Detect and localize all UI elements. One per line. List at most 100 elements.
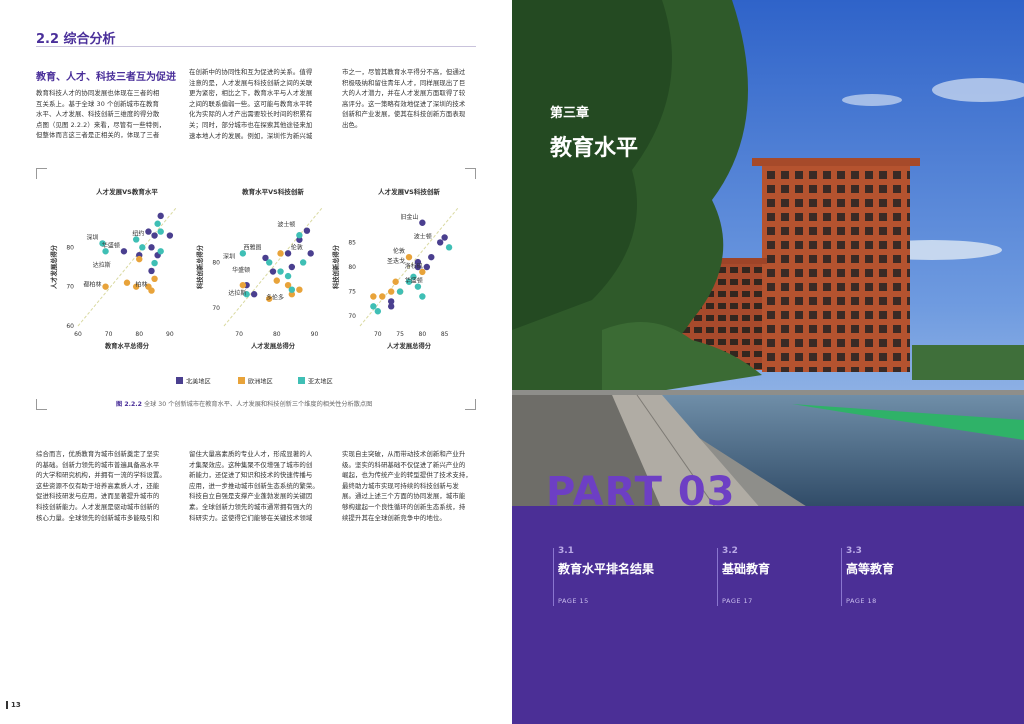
toc-item[interactable]: 3.2 基础教育 PAGE 17: [717, 546, 770, 606]
x-tick-label: 60: [74, 331, 82, 338]
x-axis-label: 人才发展总得分: [387, 341, 432, 350]
y-tick-label: 70: [66, 284, 74, 291]
y-tick-label: 80: [212, 259, 220, 266]
data-point: [239, 281, 247, 289]
text-line: 教育科技人才的协同发展也体现在三者的相: [36, 89, 160, 97]
data-point: [277, 268, 284, 275]
y-axis-label: 人才发展总得分: [49, 244, 58, 289]
x-tick-label: 85: [441, 331, 449, 338]
point-label: 旧金山: [400, 213, 418, 221]
col1-top: 教育科技人才的协同发展也体现在三者的相 互关系上。基于全球 30 个创新城市在教…: [36, 88, 176, 141]
point-label: 达拉斯: [228, 289, 246, 297]
x-axis-label: 人才发展总得分: [251, 341, 296, 350]
toc-number: 3.2: [722, 546, 738, 556]
data-point: [441, 234, 448, 241]
y-tick-label: 85: [348, 239, 356, 246]
chart-title: 人才发展VS科技创新: [378, 187, 440, 196]
data-point: [445, 244, 453, 251]
toc-title: 高等教育: [846, 562, 895, 576]
toc-item[interactable]: 3.3 高等教育 PAGE 18: [841, 546, 895, 606]
x-axis-label: 教育水平总得分: [105, 341, 150, 350]
data-point: [419, 219, 426, 226]
section-rule: [36, 46, 476, 47]
y-axis-label: 科技创新总得分: [195, 244, 204, 289]
page-number: 13: [6, 701, 21, 709]
text-line: 促进科技研发与应用，进而显著提升城市的: [36, 492, 160, 501]
data-point: [148, 267, 155, 275]
legend-label: 北美地区: [186, 378, 211, 386]
legend-label: 欧洲地区: [248, 378, 273, 386]
data-point: [387, 303, 395, 310]
text-line: 出色。: [342, 120, 362, 129]
data-point: [157, 212, 164, 220]
x-tick-label: 80: [135, 331, 143, 338]
text-line: 这些资源不仅有助于培养高素质人才，还能: [36, 481, 160, 490]
chart-title: 教育水平VS科技创新: [241, 187, 304, 196]
data-point: [139, 244, 146, 251]
x-tick-label: 90: [311, 331, 319, 338]
toc-item[interactable]: 3.1 教育水平排名结果 PAGE 15: [553, 546, 654, 606]
text-line: 综合而言，优质教育为城市创新奠定了坚实: [36, 450, 160, 458]
figure-caption: 图 2.2.2 全球 30 个创新城市在教育水平、人才发展和科技创新三个维度的相…: [116, 399, 372, 408]
point-label: 洛杉矶: [405, 262, 423, 270]
left-page: 2.2 综合分析 教育、人才、科技三者互为促进 教育科技人才的协同发展也体现在三…: [0, 0, 512, 724]
figure-label: 图 2.2.2: [116, 401, 142, 408]
data-point: [288, 263, 296, 271]
text-line: 最终助力城市实现可持续的科技创新与发: [342, 481, 459, 490]
y-tick-label: 70: [348, 313, 356, 320]
x-tick-label: 75: [396, 331, 404, 338]
toc-divider: [841, 548, 842, 606]
x-tick-label: 70: [374, 331, 382, 338]
text-line: 够构建起一个良性循环的创新生态系统，持: [342, 502, 466, 511]
text-line: 的基础。创新力领先的城市普遍具备高水平: [36, 460, 160, 469]
data-point: [423, 263, 431, 271]
data-point: [273, 277, 280, 284]
data-point: [120, 248, 128, 255]
x-tick-label: 70: [235, 331, 243, 338]
data-point: [296, 232, 303, 239]
data-point: [154, 220, 161, 227]
text-line: 但整体而言这三者是正相关的，体现了三者: [36, 131, 160, 140]
text-line: 之间的联系偏弱一些。这可能与教育水平转: [189, 99, 313, 108]
toc-divider: [717, 548, 718, 606]
data-point: [296, 286, 303, 293]
text-line: 展。通过上述三个方面的协同发展，城市能: [342, 492, 466, 501]
col3-bottom: 实现自主突破，从而带动技术创新和产业升 级。坚实的科研基础不仅促进了新兴产业的 …: [342, 449, 482, 523]
data-point: [419, 293, 426, 300]
col2-bottom: 留住大量高素质的专业人才，形成显著的人 才集聚效应。这种集聚不仅增强了城市的创 …: [189, 449, 329, 523]
data-point: [428, 253, 435, 261]
point-label: 伦敦: [291, 243, 303, 251]
text-line: 高评分。这一策略有效地促进了深圳的技术: [342, 99, 466, 108]
point-label: 西雅图: [243, 243, 261, 251]
y-tick-label: 80: [348, 264, 356, 271]
text-line: 核心力量。全球领先的创新城市多能吸引和: [36, 513, 160, 522]
col2-top: 在创新中的协同性和互为促进的关系。值得 注意的是，人才发展与科技创新之间的关联 …: [189, 67, 329, 141]
chapter-toc-panel: [512, 506, 1024, 724]
data-point: [387, 288, 395, 295]
chapter-title: 教育水平: [550, 136, 639, 161]
text-line: 级。坚实的科研基础不仅促进了新兴产业的: [342, 460, 466, 469]
point-label: 纽约: [132, 229, 144, 237]
data-point: [299, 259, 307, 266]
figure-box: 人才发展VS教育水平 60 70 80 90 60 70 80 教育水平总得分 人才发展总得分 深圳…: [36, 168, 476, 410]
text-line: 新能力，还促进了知识和技术的快速传播与: [189, 471, 313, 480]
data-point: [370, 293, 377, 300]
point-label: 波士顿: [414, 232, 432, 240]
text-line: 水平、人才发展、科技创新三维度的得分散: [36, 110, 160, 119]
data-point: [269, 268, 277, 275]
data-point: [392, 278, 399, 285]
data-point: [145, 228, 152, 235]
toc-number: 3.1: [558, 546, 574, 556]
legend-swatch: [298, 377, 305, 384]
data-point: [166, 232, 174, 239]
point-label: 深圳: [223, 252, 235, 260]
point-label: 多伦多: [266, 293, 284, 301]
data-point: [266, 259, 273, 266]
text-line: 崛起，也为传统产业的转型提供了技术支持，: [342, 471, 472, 480]
data-point: [102, 283, 109, 290]
data-point: [374, 308, 382, 315]
point-label: 华盛顿: [232, 266, 250, 274]
corner-mark: [465, 399, 476, 410]
data-point: [284, 272, 292, 280]
chapter-label: 第三章: [550, 106, 590, 121]
